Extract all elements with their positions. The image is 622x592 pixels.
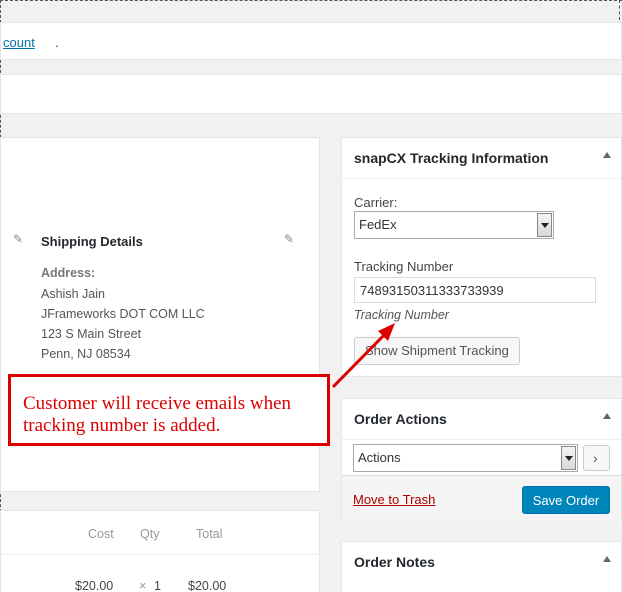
callout-arrow <box>331 323 395 389</box>
callout-arrow-line <box>331 328 391 389</box>
annotation-callout: Customer will receive emails when tracki… <box>8 374 330 446</box>
callout-text: Customer will receive emails when tracki… <box>23 393 292 436</box>
